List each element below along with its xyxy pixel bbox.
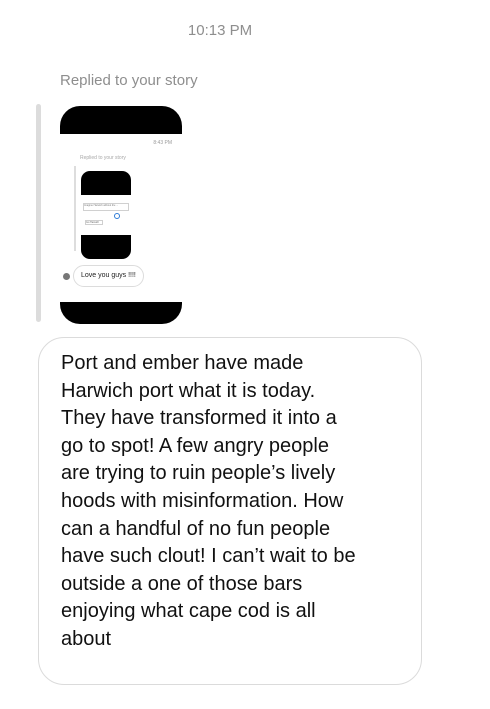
replied-to-story-label: Replied to your story bbox=[60, 72, 198, 89]
message-line: Port and ember have made bbox=[61, 352, 304, 374]
message-line: hoods with misinformation. How bbox=[61, 489, 344, 512]
story-replied-label: Replied to your story bbox=[80, 155, 126, 161]
story-screenshot: 8:43 PM Replied to your story Imagine Ha… bbox=[60, 134, 182, 302]
chat-screen: 10:13 PM Replied to your story 8:43 PM R… bbox=[0, 0, 490, 709]
story-time: 8:43 PM bbox=[153, 140, 172, 146]
message-timestamp: 10:13 PM bbox=[187, 22, 253, 39]
message-line: enjoying what cape cod is all bbox=[61, 600, 316, 623]
nested-story-text-field: Imagine Harwich without the ... bbox=[83, 203, 129, 211]
story-message-bubble: Love you guys !!!! bbox=[73, 265, 144, 287]
message-line: about bbox=[61, 627, 112, 650]
message-line: Harwich port what it is today. bbox=[61, 379, 316, 402]
message-line: go to spot! A few angry people bbox=[61, 434, 329, 457]
reply-indicator-bar bbox=[36, 104, 41, 322]
message-line: are trying to ruin people’s lively bbox=[61, 462, 336, 485]
nested-story-content: Imagine Harwich without the ... Go Harwi… bbox=[81, 195, 131, 235]
story-thumbnail[interactable]: 8:43 PM Replied to your story Imagine Ha… bbox=[60, 106, 182, 324]
message-bubble[interactable]: Port and ember have made Harwich port wh… bbox=[38, 337, 422, 685]
nested-story-thumbnail: Imagine Harwich without the ... Go Harwi… bbox=[81, 171, 131, 259]
nested-story-chip: Go Harwich bbox=[85, 220, 103, 225]
message-line: can a handful of no fun people bbox=[61, 517, 331, 540]
message-line: They have transformed it into a bbox=[61, 407, 337, 430]
avatar bbox=[63, 273, 70, 280]
message-line: outside a one of those bars bbox=[61, 572, 303, 595]
message-line: have such clout! I can’t wait to be bbox=[61, 545, 356, 568]
story-reply-bar bbox=[74, 166, 76, 251]
search-icon bbox=[114, 213, 120, 219]
